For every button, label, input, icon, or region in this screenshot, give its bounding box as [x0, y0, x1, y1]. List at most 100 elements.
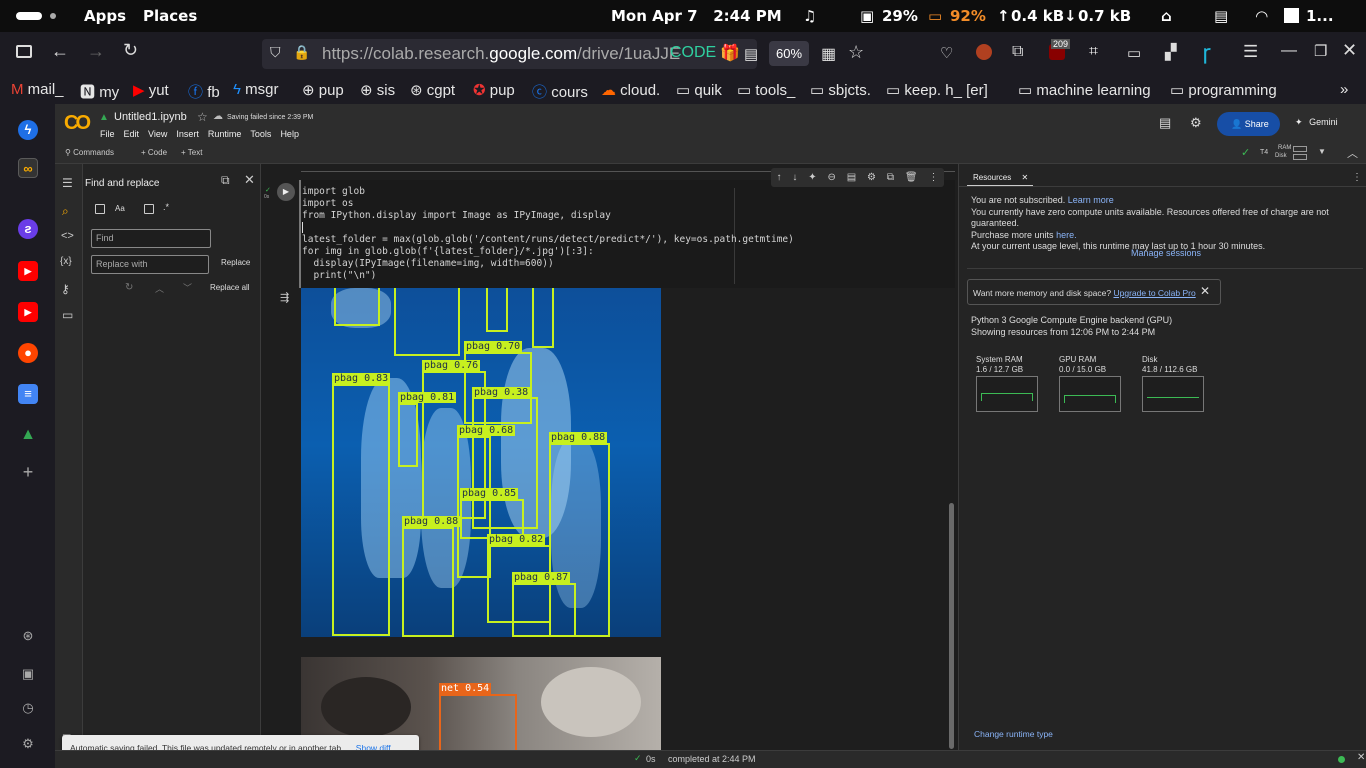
comments-icon[interactable]: ▤ [1159, 115, 1171, 131]
bookmark-fb[interactable]: ⓕ fb [188, 81, 220, 102]
move-up-icon[interactable]: ↑ [776, 172, 781, 183]
reload-icon[interactable]: ↻ [123, 40, 138, 61]
match-case-checkbox[interactable] [95, 204, 105, 214]
find-input[interactable]: Find [91, 229, 211, 248]
code-line[interactable]: import os [302, 198, 353, 209]
colab-logo[interactable]: CO [64, 112, 91, 135]
address-bar[interactable]: ⛉ 🔒 https://colab.research.google.com/dr… [262, 39, 757, 69]
bookmark-cours[interactable]: ⓒ cours [532, 81, 588, 102]
home-icon[interactable]: ⌂ [1161, 7, 1172, 25]
open-in-tab-icon[interactable]: ⧉ [221, 173, 230, 188]
bookmark-pup[interactable]: ⊕ pup [302, 81, 344, 99]
shield-icon[interactable]: ⛉ [270, 44, 281, 61]
zoom-level[interactable]: 60% [769, 41, 809, 66]
extension-avatar-icon[interactable] [976, 44, 992, 60]
code-line[interactable]: latest_folder = max(glob.glob('/content/… [302, 234, 794, 245]
minimize-window-icon[interactable]: — [1281, 42, 1297, 60]
ram-meter[interactable] [1293, 146, 1307, 152]
more-vert-icon[interactable]: ⋮ [928, 172, 938, 183]
status-completed[interactable]: completed at 2:44 PM [668, 754, 756, 764]
replace-input[interactable]: Replace with [91, 255, 209, 274]
activities-pill-icon[interactable] [16, 12, 42, 20]
youtube-icon[interactable]: ▶ [18, 261, 38, 281]
menu-file[interactable]: File [100, 129, 115, 139]
hamburger-menu-icon[interactable]: ☰ [1243, 42, 1258, 62]
find-replace-icon[interactable]: ⌕ [62, 204, 69, 219]
replace-all-button[interactable]: Replace all [210, 283, 250, 292]
back-arrow-icon[interactable]: ← [51, 41, 69, 62]
sparkle-icon[interactable]: ✦ [808, 172, 816, 183]
more-vert-icon[interactable]: ⋮ [1352, 172, 1362, 183]
code-line[interactable]: print("\n") [302, 270, 376, 281]
commands-button[interactable]: ⚲ Commands [65, 148, 114, 157]
bookmark-folder-sbjcts[interactable]: ▭ sbjcts. [810, 81, 871, 99]
menu-help[interactable]: Help [280, 129, 299, 139]
history-icon[interactable]: ◷ [18, 698, 38, 718]
apps-menu[interactable]: Apps [84, 7, 126, 25]
comment-icon[interactable]: ▤ [847, 172, 856, 183]
variables-icon[interactable]: {x} [60, 256, 72, 267]
menu-insert[interactable]: Insert [176, 129, 199, 139]
notebook-scrollbar[interactable] [949, 503, 954, 749]
colab-icon[interactable]: ∞ [18, 158, 38, 178]
bookmarks-overflow-icon[interactable]: » [1340, 81, 1348, 98]
code-line[interactable]: display(IPyImage(filename=img, width=600… [302, 258, 553, 269]
delete-icon[interactable]: 🗑 [905, 172, 918, 183]
code-line[interactable]: import glob [302, 186, 365, 197]
next-match-icon[interactable]: ﹀ [183, 281, 192, 294]
add-code-button[interactable]: + Code [141, 148, 167, 157]
close-banner-icon[interactable]: ✕ [1200, 284, 1210, 298]
star-icon[interactable]: ☆ [197, 110, 208, 124]
run-cell-button[interactable]: ▶ [277, 183, 295, 201]
bookmark-yut[interactable]: ▶ yut [133, 81, 169, 99]
notebook-title[interactable]: Untitled1.ipynb [114, 111, 187, 123]
learn-more-link[interactable]: Learn more [1068, 195, 1114, 205]
workspace-dot-icon[interactable] [50, 13, 56, 19]
bookmark-msgr[interactable]: ϟ msgr [233, 81, 278, 98]
runtime-type[interactable]: T4 [1260, 149, 1268, 156]
move-down-icon[interactable]: ↓ [792, 172, 797, 183]
ai-chat-icon[interactable]: ⊛ [18, 626, 38, 646]
gemini-button[interactable]: ✦ Gemini [1295, 117, 1338, 128]
bookmark-my[interactable]: 🅽 my [80, 81, 119, 102]
settings-gear-icon[interactable]: ⚙ [867, 172, 876, 183]
purchase-here-link[interactable]: here. [1056, 230, 1077, 240]
sidebar-icon[interactable]: ▭ [1127, 44, 1141, 62]
pinned-app-icon[interactable]: ƨ [18, 219, 38, 239]
link-icon[interactable]: ⊖ [827, 172, 835, 183]
clipboard-icon[interactable]: ▤ [1214, 7, 1228, 25]
url-text[interactable]: https://colab.research.google.com/drive/… [322, 44, 680, 64]
bookmark-folder-tools[interactable]: ▭ tools_ [737, 81, 795, 99]
bookmark-cgpt[interactable]: ⊛ cgpt [410, 81, 455, 99]
extensions-puzzle-icon[interactable]: ⧉ [1012, 43, 1023, 61]
share-button[interactable]: 👤 Share [1217, 112, 1280, 136]
save-icon[interactable]: ▣ [18, 664, 38, 684]
reddit-icon[interactable]: ● [18, 343, 38, 363]
drive-icon[interactable]: ▲ [18, 425, 38, 445]
code-extension-label[interactable]: CODE [670, 44, 716, 62]
code-line[interactable] [302, 222, 303, 233]
add-text-button[interactable]: + Text [181, 148, 202, 157]
code-line[interactable]: from IPython.display import Image as IPy… [302, 210, 611, 221]
docs-icon[interactable]: ≡ [18, 384, 38, 404]
close-window-icon[interactable]: ✕ [1342, 40, 1357, 61]
bookmark-folder-ml[interactable]: ▭ machine learning [1018, 81, 1151, 99]
bookmark-mail[interactable]: M mail_ [11, 81, 64, 98]
resources-tab[interactable]: Resources ✕ [967, 167, 1033, 187]
change-runtime-link[interactable]: Change runtime type [974, 729, 1053, 739]
menu-view[interactable]: View [148, 129, 167, 139]
sidebar-toggle-icon[interactable] [16, 45, 32, 58]
window-square-icon[interactable] [1284, 8, 1299, 23]
bookmark-pup2[interactable]: ✪ pup [473, 81, 515, 99]
replace-button[interactable]: Replace [221, 258, 250, 267]
close-status-icon[interactable]: ✕ [1357, 752, 1365, 763]
regex-checkbox[interactable] [144, 204, 154, 214]
lock-icon[interactable]: 🔒 [293, 44, 310, 61]
menu-edit[interactable]: Edit [124, 129, 140, 139]
secrets-key-icon[interactable]: ⚷ [61, 282, 70, 296]
menu-runtime[interactable]: Runtime [208, 129, 242, 139]
user-menu[interactable]: 1... [1306, 7, 1334, 25]
close-icon[interactable]: ✕ [244, 172, 255, 188]
previous-match-icon[interactable]: ︿ [155, 282, 164, 295]
bookmark-folder-keep[interactable]: ▭ keep. h_ [er] [886, 81, 988, 99]
